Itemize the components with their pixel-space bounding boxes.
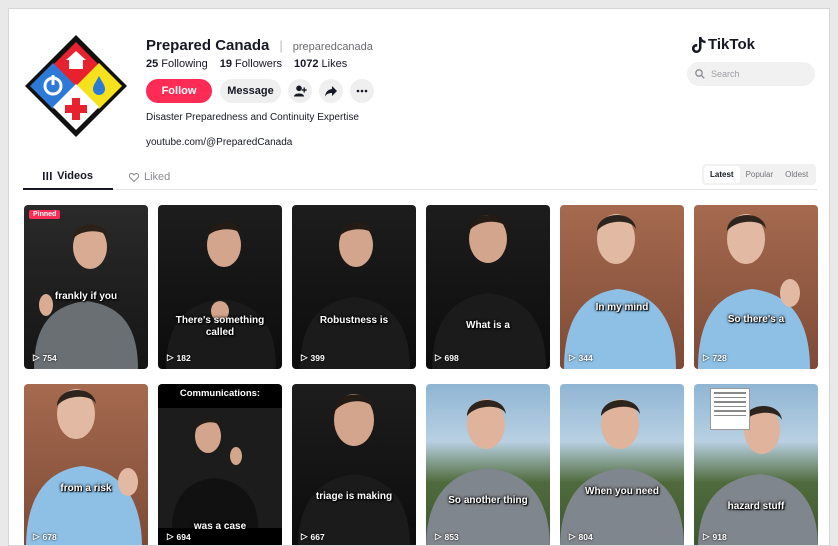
video-caption: What is a [466, 320, 510, 331]
name-separator: | [279, 38, 283, 53]
display-name: Prepared Canada [146, 37, 270, 54]
play-icon: ▷ [435, 352, 442, 362]
video-caption: There's something called [175, 315, 265, 338]
play-icon: ▷ [435, 531, 442, 541]
video-thumbnail [298, 394, 410, 545]
video-card[interactable]: Communications: was a case ▷ 694 [158, 384, 282, 545]
brand-name: TikTok [708, 36, 755, 53]
play-icon: ▷ [167, 531, 174, 541]
followers-stat[interactable]: 19 Followers [220, 58, 282, 70]
profile-link[interactable]: youtube.com/@PreparedCanada [146, 137, 292, 148]
video-caption: hazard stuff [727, 501, 785, 512]
video-grid: Pinned frankly if you ▷ 754 There's somet… [24, 205, 818, 545]
video-card[interactable]: So there's a ▷ 728 [694, 205, 818, 369]
video-caption: from a risk [60, 483, 112, 494]
view-count: ▷ 853 [435, 531, 459, 542]
video-caption: triage is making [315, 491, 393, 502]
profile-bio: Disaster Preparedness and Continuity Exp… [146, 112, 359, 123]
likes-stat: 1072 Likes [294, 58, 348, 70]
video-caption: So another thing [448, 495, 528, 506]
video-thumbnail [26, 389, 142, 545]
play-icon: ▷ [33, 531, 40, 541]
video-thumbnail [698, 214, 810, 369]
sort-popular[interactable]: Popular [740, 166, 780, 183]
sort-toggle: Latest Popular Oldest [702, 164, 817, 185]
follow-button[interactable]: Follow [146, 79, 212, 103]
view-count: ▷ 698 [435, 352, 459, 363]
message-button[interactable]: Message [220, 79, 281, 103]
view-count: ▷ 918 [703, 531, 727, 542]
play-icon: ▷ [301, 352, 308, 362]
search-box[interactable] [687, 62, 815, 86]
view-count: ▷ 754 [33, 352, 57, 363]
play-icon: ▷ [301, 531, 308, 541]
video-caption: So there's a [727, 314, 785, 325]
view-count: ▷ 667 [301, 531, 325, 542]
add-friend-icon [293, 85, 307, 97]
more-icon [356, 89, 368, 93]
video-thumbnail [560, 399, 684, 545]
video-thumbnail [300, 222, 410, 369]
video-caption: frankly if you [54, 291, 118, 302]
tiktok-icon [692, 36, 706, 53]
video-caption: Robustness is [319, 315, 389, 326]
screenshot-overlay [710, 388, 750, 430]
share-icon [325, 85, 337, 96]
following-stat[interactable]: 25 Following [146, 58, 208, 70]
profile-actions: Follow Message [146, 79, 374, 103]
grid-icon [43, 172, 52, 180]
tab-liked[interactable]: Liked [129, 164, 189, 190]
video-card[interactable]: hazard stuff ▷ 918 [694, 384, 818, 545]
avatar[interactable] [23, 33, 129, 139]
pinned-badge: Pinned [29, 210, 61, 219]
play-icon: ▷ [703, 531, 710, 541]
search-input[interactable] [711, 69, 801, 79]
share-button[interactable] [319, 79, 343, 103]
play-icon: ▷ [569, 531, 576, 541]
video-card[interactable]: There's something called ▷ 182 [158, 205, 282, 369]
tab-videos-label: Videos [57, 170, 93, 182]
play-icon: ▷ [703, 352, 710, 362]
play-icon: ▷ [569, 352, 576, 362]
view-count: ▷ 678 [33, 531, 57, 542]
video-card[interactable]: In my mind ▷ 344 [560, 205, 684, 369]
video-caption: When you need [585, 486, 659, 497]
view-count: ▷ 694 [167, 531, 191, 542]
video-top-caption: Communications: [179, 388, 261, 399]
play-icon: ▷ [167, 352, 174, 362]
video-card[interactable]: What is a ▷ 698 [426, 205, 550, 369]
sort-latest[interactable]: Latest [704, 166, 740, 183]
search-icon [695, 69, 705, 79]
handle: preparedcanada [292, 41, 373, 53]
tiktok-logo[interactable]: TikTok [692, 36, 755, 53]
video-thumbnail [432, 214, 546, 369]
tab-videos[interactable]: Videos [23, 164, 113, 190]
video-thumbnail [166, 222, 276, 369]
more-button[interactable] [350, 79, 374, 103]
view-count: ▷ 728 [703, 352, 727, 363]
video-card[interactable]: Pinned frankly if you ▷ 754 [24, 205, 148, 369]
video-thumbnail [564, 214, 676, 369]
profile-tabs: Videos Liked [23, 164, 817, 190]
video-caption: In my mind [595, 302, 649, 313]
tab-liked-label: Liked [144, 171, 171, 183]
add-friend-button[interactable] [288, 79, 312, 103]
video-thumbnail [426, 399, 550, 545]
video-card[interactable]: from a risk ▷ 678 [24, 384, 148, 545]
play-icon: ▷ [33, 352, 40, 362]
heart-icon [129, 172, 139, 182]
view-count: ▷ 182 [167, 352, 191, 363]
profile-stats: 25 Following 19 Followers 1072 Likes [146, 58, 347, 70]
video-thumbnail [34, 224, 138, 369]
view-count: ▷ 344 [569, 352, 593, 363]
profile-name-row: Prepared Canada | preparedcanada [146, 37, 373, 54]
video-card[interactable]: So another thing ▷ 853 [426, 384, 550, 545]
sort-oldest[interactable]: Oldest [779, 166, 814, 183]
video-card[interactable]: triage is making ▷ 667 [292, 384, 416, 545]
video-card[interactable]: Robustness is ▷ 399 [292, 205, 416, 369]
video-card[interactable]: When you need ▷ 804 [560, 384, 684, 545]
view-count: ▷ 804 [569, 531, 593, 542]
profile-page: Prepared Canada | preparedcanada 25 Follo… [8, 8, 830, 546]
view-count: ▷ 399 [301, 352, 325, 363]
